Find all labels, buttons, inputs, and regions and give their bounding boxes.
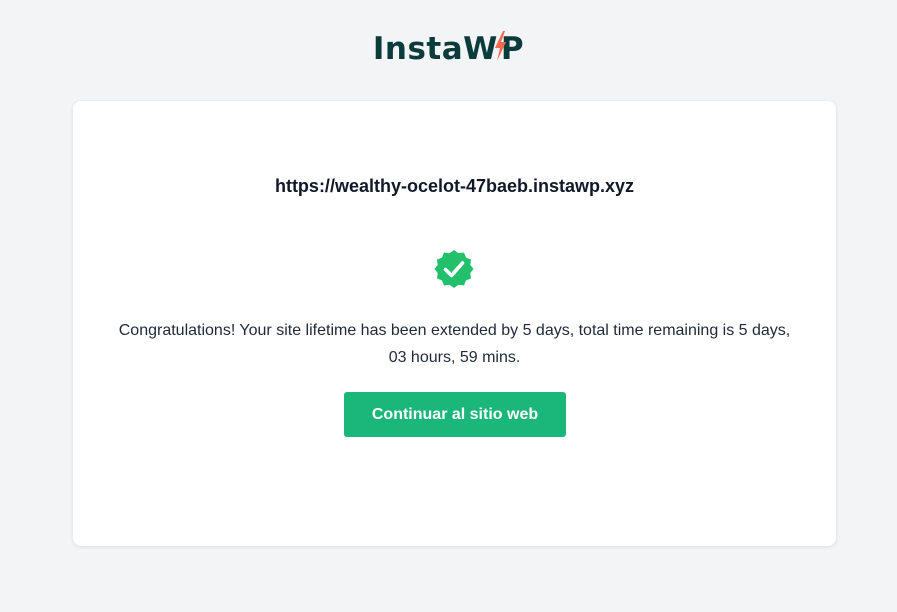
- check-badge-icon: [434, 250, 474, 288]
- site-url: https://wealthy-ocelot-47baeb.instawp.xy…: [274, 176, 635, 196]
- confirmation-card: https://wealthy-ocelot-47baeb.instawp.xy…: [73, 101, 836, 546]
- logo-wordmark: Insta W P: [372, 30, 524, 67]
- instawp-logo: Insta W P: [0, 30, 897, 67]
- success-message: Congratulations! Your site lifetime has …: [118, 322, 791, 366]
- lightning-bolt-icon: [494, 30, 506, 61]
- continue-to-website-button[interactable]: Continuar al sitio web: [344, 392, 566, 437]
- logo-text-insta: Insta: [372, 31, 464, 67]
